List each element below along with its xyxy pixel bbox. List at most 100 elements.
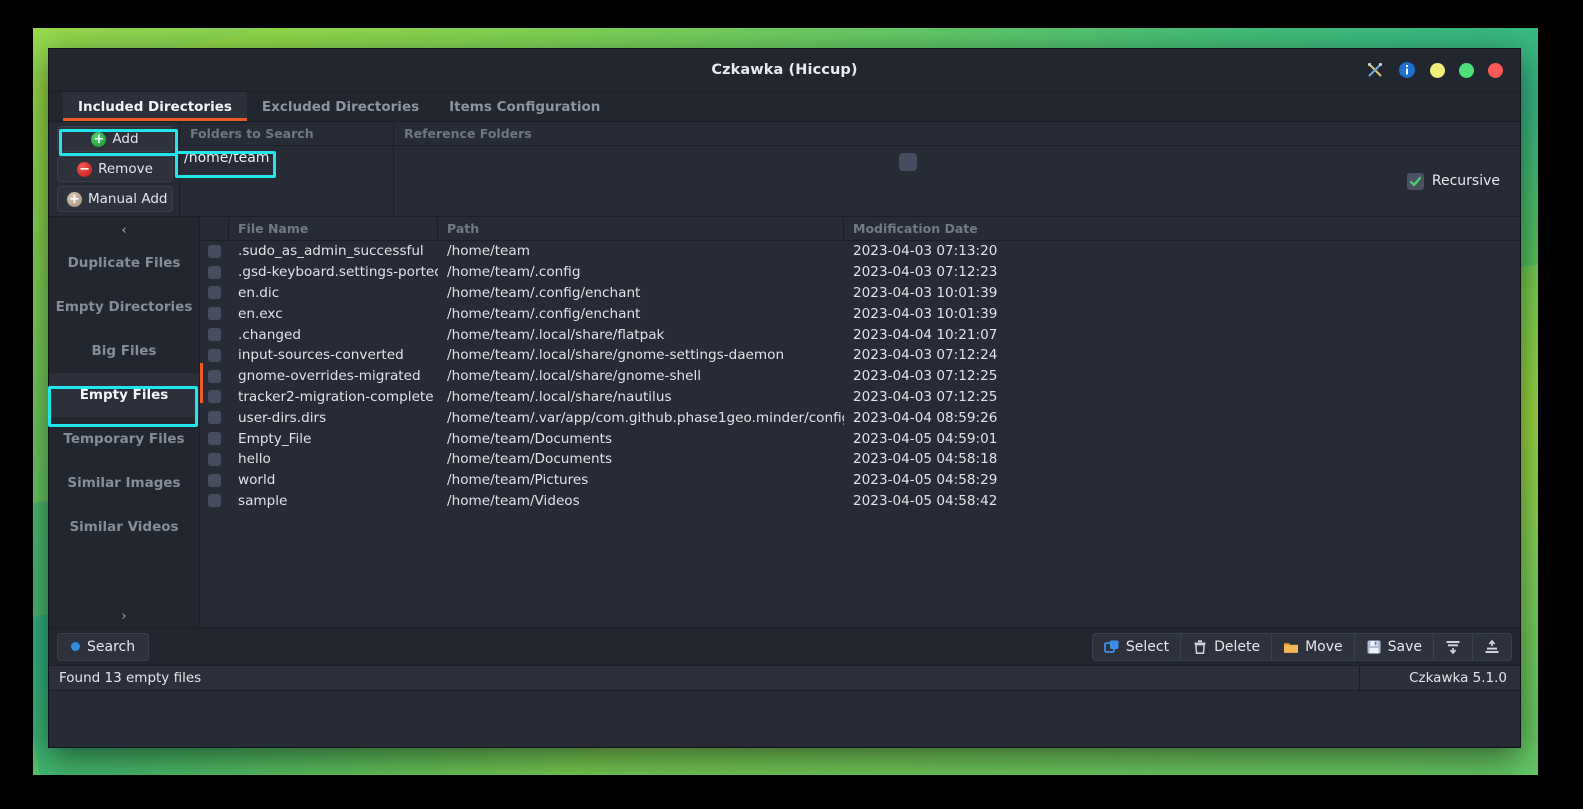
save-button[interactable]: Save [1353, 632, 1434, 661]
reference-folder-chip[interactable] [899, 153, 917, 171]
table-row[interactable]: tracker2-migration-complete/home/team/.l… [200, 387, 1520, 408]
row-checkbox[interactable] [208, 244, 221, 258]
row-checkbox[interactable] [208, 307, 221, 321]
remove-button[interactable]: − Remove [57, 156, 173, 182]
table-row[interactable]: .gsd-keyboard.settings-ported/home/team/… [200, 262, 1520, 283]
row-checkbox[interactable] [208, 432, 221, 446]
recursive-label: Recursive [1431, 173, 1500, 189]
cell-file-name: hello [238, 451, 271, 468]
row-checkbox[interactable] [208, 265, 221, 279]
recursive-option: Recursive [1280, 146, 1520, 216]
cell-file-name: gnome-overrides-migrated [238, 368, 421, 385]
row-checkbox[interactable] [208, 286, 221, 300]
table-row[interactable]: Empty_File/home/team/Documents 2023-04-05… [200, 428, 1520, 449]
window-title: Czkawka (Hiccup) [711, 62, 858, 78]
sidebar-item-label: Similar Videos [69, 519, 179, 535]
cell-modification-date: 2023-04-03 07:13:20 [853, 243, 998, 260]
folders-to-search-pane[interactable]: /home/team [180, 146, 394, 216]
cell-modification-date: 2023-04-05 04:58:29 [853, 472, 998, 489]
czkawka-window: Czkawka (Hiccup) Included Directories Ex… [48, 48, 1521, 748]
reference-folders-header: Reference Folders [404, 126, 532, 141]
add-button[interactable]: + Add [57, 126, 173, 152]
manual-add-button[interactable]: + Manual Add [57, 186, 173, 212]
cell-modification-date: 2023-04-03 07:12:24 [853, 347, 998, 364]
column-header-path[interactable]: Path [438, 217, 844, 240]
select-button[interactable]: Select [1091, 632, 1182, 661]
row-checkbox-cell [200, 411, 229, 425]
sidebar-item-big-files[interactable]: Big Files [49, 329, 199, 373]
tab-bar: Included Directories Excluded Directorie… [49, 92, 1520, 122]
close-button[interactable] [1488, 62, 1503, 78]
tab-items-configuration[interactable]: Items Configuration [434, 92, 615, 121]
expand-all-button[interactable] [1472, 632, 1512, 661]
folders-to-search-header: Folders to Search [180, 122, 394, 145]
directory-list-body: /home/team Recursive [180, 146, 1520, 216]
bottom-toolbar: Search Select Delete Move Save [49, 627, 1520, 665]
sidebar-scroll-down-icon[interactable]: › [49, 605, 199, 627]
action-buttons: Select Delete Move Save [1091, 632, 1512, 661]
sidebar-item-label: Empty Directories [55, 299, 193, 315]
cell-path: /home/team/.local/share/gnome-shell [447, 368, 702, 385]
floppy-disk-icon [1366, 639, 1382, 655]
table-row[interactable]: input-sources-converted/home/team/.local… [200, 345, 1520, 366]
sidebar-scroll-up-icon[interactable]: ‹ [49, 219, 199, 241]
sidebar-item-temporary-files[interactable]: Temporary Files [49, 417, 199, 461]
cell-file-name: world [238, 472, 276, 489]
table-row[interactable]: .changed/home/team/.local/share/flatpak 2… [200, 324, 1520, 345]
move-button[interactable]: Move [1271, 632, 1355, 661]
table-row[interactable]: user-dirs.dirs/home/team/.var/app/com.gi… [200, 407, 1520, 428]
table-row[interactable]: en.dic/home/team/.config/enchant 2023-04-… [200, 283, 1520, 304]
tab-included-directories[interactable]: Included Directories [63, 92, 247, 121]
cell-path: /home/team/Documents [447, 430, 613, 447]
sidebar-item-similar-videos[interactable]: Similar Videos [49, 505, 199, 549]
delete-button[interactable]: Delete [1180, 632, 1273, 661]
row-checkbox[interactable] [208, 390, 221, 404]
folder-entry-home-team[interactable]: /home/team [180, 149, 274, 168]
tab-label: Included Directories [78, 98, 232, 115]
sidebar-item-duplicate-files[interactable]: Duplicate Files [49, 241, 199, 285]
maximize-button[interactable] [1459, 62, 1474, 78]
row-checkbox-cell [200, 369, 229, 383]
row-checkbox[interactable] [208, 494, 221, 508]
cell-path: /home/team/.var/app/com.github.phase1geo… [447, 409, 844, 426]
sidebar-item-empty-directories[interactable]: Empty Directories [49, 285, 199, 329]
column-header-modification-date[interactable]: Modification Date [844, 217, 1520, 240]
row-checkbox[interactable] [208, 369, 221, 383]
titlebar-controls [1366, 61, 1520, 79]
collapse-all-button[interactable] [1433, 632, 1473, 661]
tab-excluded-directories[interactable]: Excluded Directories [247, 92, 434, 121]
cell-modification-date: 2023-04-03 07:12:25 [853, 368, 998, 385]
table-body[interactable]: .sudo_as_admin_successful/home/team 2023-… [200, 241, 1520, 627]
sidebar-item-empty-files[interactable]: Empty Files [49, 373, 199, 417]
tools-icon[interactable] [1366, 61, 1384, 79]
row-checkbox[interactable] [208, 411, 221, 425]
minimize-button[interactable] [1430, 62, 1445, 78]
table-row[interactable]: .sudo_as_admin_successful/home/team 2023-… [200, 241, 1520, 262]
cell-file-name: user-dirs.dirs [238, 409, 327, 426]
folder-icon [1283, 639, 1299, 655]
row-checkbox[interactable] [208, 328, 221, 342]
row-checkbox[interactable] [208, 348, 221, 362]
cell-file-name: .changed [238, 326, 301, 343]
sidebar-item-label: Similar Images [67, 475, 181, 491]
tab-label: Excluded Directories [261, 98, 420, 115]
search-button[interactable]: Search [57, 632, 150, 661]
reference-folders-pane[interactable]: Recursive [394, 146, 1520, 216]
recursive-checkbox[interactable] [1406, 172, 1424, 190]
column-header-file-name[interactable]: File Name [229, 217, 438, 240]
table-row[interactable]: hello/home/team/Documents 2023-04-05 04:5… [200, 449, 1520, 470]
sidebar-item-similar-images[interactable]: Similar Images [49, 461, 199, 505]
table-row[interactable]: world/home/team/Pictures 2023-04-05 04:58… [200, 470, 1520, 491]
sidebar-item-label: Duplicate Files [67, 255, 181, 271]
row-checkbox[interactable] [208, 452, 221, 466]
row-checkbox[interactable] [208, 473, 221, 487]
table-row[interactable]: gnome-overrides-migrated/home/team/.loca… [200, 366, 1520, 387]
info-icon[interactable] [1398, 61, 1416, 79]
table-row[interactable]: en.exc/home/team/.config/enchant 2023-04-… [200, 303, 1520, 324]
cell-path: /home/team [447, 243, 530, 260]
table-row[interactable]: sample/home/team/Videos 2023-04-05 04:58:… [200, 491, 1520, 512]
expand-all-icon [1484, 639, 1500, 655]
row-checkbox-cell [200, 244, 229, 258]
cell-file-name: en.dic [238, 284, 280, 301]
column-header-checkbox[interactable] [200, 217, 229, 240]
